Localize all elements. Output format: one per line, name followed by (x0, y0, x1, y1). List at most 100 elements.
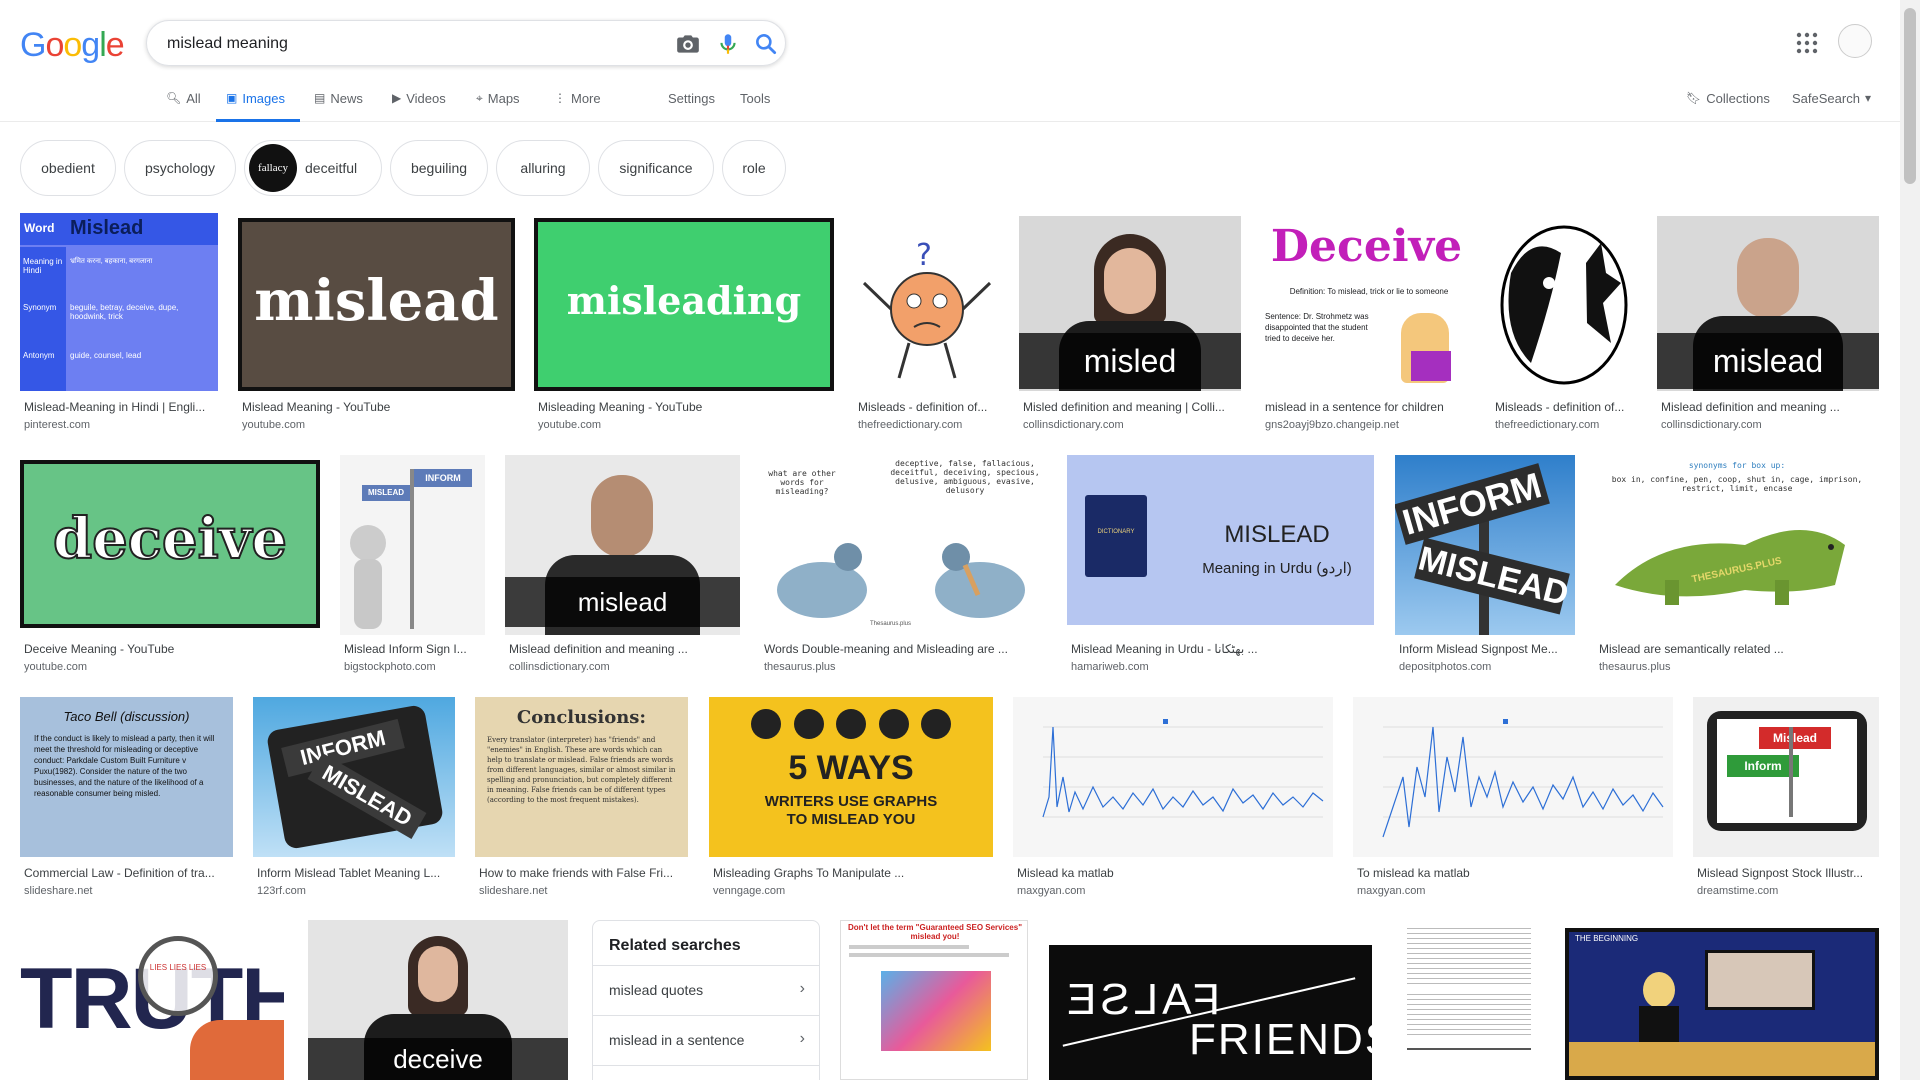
search-tabs: 🔍︎ All ▣ Images ▤ News ▶ Videos ⌖ Maps ⋮ More … (0, 84, 1900, 122)
tab-videos[interactable]: ▶ Videos (392, 84, 446, 122)
result-thumbnail: DICTIONARY MISLEAD Meaning in Urdu (اردو… (1067, 455, 1374, 625)
related-search-item[interactable]: mislead quotes › (593, 965, 819, 1015)
tab-images[interactable]: ▣ Images (216, 84, 300, 122)
news-icon: ▤ (314, 91, 326, 105)
tab-all[interactable]: 🔍︎ All (166, 84, 201, 122)
3d-figure (350, 525, 386, 561)
result-thumbnail: ? (854, 213, 1000, 391)
dinosaur-illustration (1615, 530, 1845, 605)
image-result[interactable]: Mislead Inform Mislead Signpost Stock Il… (1693, 697, 1879, 902)
chevron-right-icon: › (799, 980, 805, 997)
image-result[interactable]: mislead Mislead definition and meaning .… (505, 455, 740, 680)
chip-significance[interactable]: significance (598, 140, 714, 196)
google-logo[interactable]: Google (20, 26, 125, 65)
image-result[interactable]: Word Mislead Meaning in Hindi भ्रमित करन… (20, 213, 218, 438)
audience-heads (1569, 1042, 1875, 1076)
image-result[interactable]: Misleads - definition of... thefreedicti… (1491, 213, 1637, 438)
result-thumbnail: misleading (534, 218, 834, 391)
result-thumbnail: THE BEGINNING (1565, 928, 1879, 1080)
image-result[interactable]: INFORM MISLEAD Inform Mislead Tablet Mea… (253, 697, 455, 902)
chip-psychology[interactable]: psychology (124, 140, 236, 196)
pigeons-illustration (777, 543, 1025, 618)
result-thumbnail: TRUTH LIES LIES LIES (20, 920, 284, 1080)
image-result[interactable]: ? Misleads - definition of... thefreedic… (854, 213, 1000, 438)
image-result[interactable]: what are other words for misleading? dec… (760, 455, 1047, 680)
chip-alluring[interactable]: alluring (496, 140, 590, 196)
person-silhouette (591, 475, 653, 557)
header: Google 🔍︎All ▣Images ▤News ▶Videos ⌖Maps… (0, 0, 1900, 122)
result-thumbnail: INFORM MISLEAD (340, 455, 485, 635)
search-icon: 🔍︎ (166, 91, 182, 105)
confused-character-icon: ? (862, 238, 992, 379)
screen-photo (1705, 950, 1815, 1010)
related-search-item[interactable] (593, 1065, 819, 1080)
book-icon (1085, 495, 1147, 577)
video-icon: ▶ (392, 91, 402, 105)
line-graph (1382, 719, 1664, 838)
result-thumbnail: 5 WAYS WRITERS USE GRAPHS TO MISLEAD YOU (709, 697, 993, 857)
result-thumbnail: deceive (20, 460, 320, 628)
icon-row (751, 709, 951, 743)
image-result[interactable]: Taco Bell (discussion) If the conduct is… (20, 697, 233, 902)
tab-maps[interactable]: ⌖ Maps (476, 84, 520, 122)
more-icon: ⋮ (554, 91, 566, 105)
image-result[interactable]: mislead Mislead Meaning - YouTube youtub… (238, 213, 515, 438)
image-result[interactable]: 5 WAYS WRITERS USE GRAPHS TO MISLEAD YOU… (709, 697, 993, 902)
avatar[interactable] (1838, 24, 1872, 58)
chip-obedient[interactable]: obedient (20, 140, 116, 196)
cartoon-character (1643, 972, 1675, 1008)
result-thumbnail (1013, 697, 1333, 857)
magnifier-icon: LIES LIES LIES (138, 936, 218, 1016)
result-thumbnail: misled (1019, 216, 1241, 391)
camera-icon[interactable] (675, 31, 701, 57)
image-result[interactable]: INFORM MISLEAD Mislead Inform Sign I... … (340, 455, 485, 680)
tab-settings[interactable]: Settings (668, 84, 715, 122)
related-searches-panel: Related searches mislead quotes › mislead… (592, 920, 820, 1080)
image-result[interactable]: misleading Misleading Meaning - YouTube … (534, 213, 834, 438)
image-result[interactable] (1393, 920, 1545, 1080)
image-result[interactable]: THE BEGINNING (1565, 920, 1879, 1080)
microphone-icon[interactable] (715, 31, 741, 57)
result-thumbnail (1491, 213, 1637, 391)
tab-tools[interactable]: Tools (740, 84, 770, 122)
image-result[interactable]: Mislead ka matlab maxgyan.com (1013, 697, 1333, 902)
image-result[interactable]: deceive (308, 920, 568, 1080)
caret-down-icon: ▾ (1864, 91, 1871, 105)
image-result[interactable]: Deceive Definition: To mislead, trick or… (1261, 213, 1472, 438)
result-thumbnail: Deceive Definition: To mislead, trick or… (1261, 213, 1472, 391)
image-result[interactable]: INFORM MISLEAD Inform Mislead Signpost M… (1395, 455, 1575, 680)
search-icon[interactable] (753, 31, 779, 57)
result-thumbnail: Taco Bell (discussion) If the conduct is… (20, 697, 233, 857)
image-icon: ▣ (226, 91, 238, 105)
chip-deceitful[interactable]: fallacy deceitful (244, 140, 382, 196)
result-thumbnail: mislead (1657, 216, 1879, 391)
apps-grid-icon[interactable] (1796, 32, 1818, 54)
safesearch-dropdown[interactable]: SafeSearch ▾ (1792, 84, 1871, 122)
chip-role[interactable]: role (722, 140, 786, 196)
image-result[interactable]: DICTIONARY MISLEAD Meaning in Urdu (اردو… (1067, 455, 1374, 680)
image-result[interactable]: deceive Deceive Meaning - YouTube youtub… (20, 455, 320, 680)
image-result[interactable]: synonyms for box up: box in, confine, pe… (1595, 455, 1879, 680)
chip-beguiling[interactable]: beguiling (390, 140, 488, 196)
image-result[interactable]: FALSE FRIENDS (1049, 920, 1372, 1080)
search-input[interactable] (167, 33, 647, 55)
devil-whisper-icon (1500, 225, 1628, 385)
person-silhouette (1737, 238, 1799, 318)
result-thumbnail: Don't let the term "Guaranteed SEO Servi… (840, 920, 1028, 1080)
result-thumbnail: INFORM MISLEAD (253, 697, 455, 857)
tab-more[interactable]: ⋮ More (554, 84, 601, 122)
result-thumbnail: mislead (505, 455, 740, 635)
scrollbar-thumb[interactable] (1904, 8, 1916, 184)
collections-link[interactable]: 🔖︎ Collections (1686, 84, 1770, 122)
related-search-item[interactable]: mislead in a sentence › (593, 1015, 819, 1065)
svg-text:?: ? (916, 238, 932, 273)
image-result[interactable]: To mislead ka matlab maxgyan.com (1353, 697, 1673, 902)
result-thumbnail: deceive (308, 920, 568, 1080)
image-result[interactable]: Don't let the term "Guaranteed SEO Servi… (840, 920, 1028, 1080)
image-result[interactable]: misled Misled definition and meaning | C… (1019, 213, 1241, 438)
tab-news[interactable]: ▤ News (314, 84, 363, 122)
image-result[interactable]: mislead Mislead definition and meaning .… (1657, 213, 1879, 438)
scrollbar[interactable] (1900, 0, 1920, 1080)
image-result[interactable]: Conclusions: Every translator (interpret… (475, 697, 688, 902)
image-result[interactable]: TRUTH LIES LIES LIES (20, 920, 284, 1080)
